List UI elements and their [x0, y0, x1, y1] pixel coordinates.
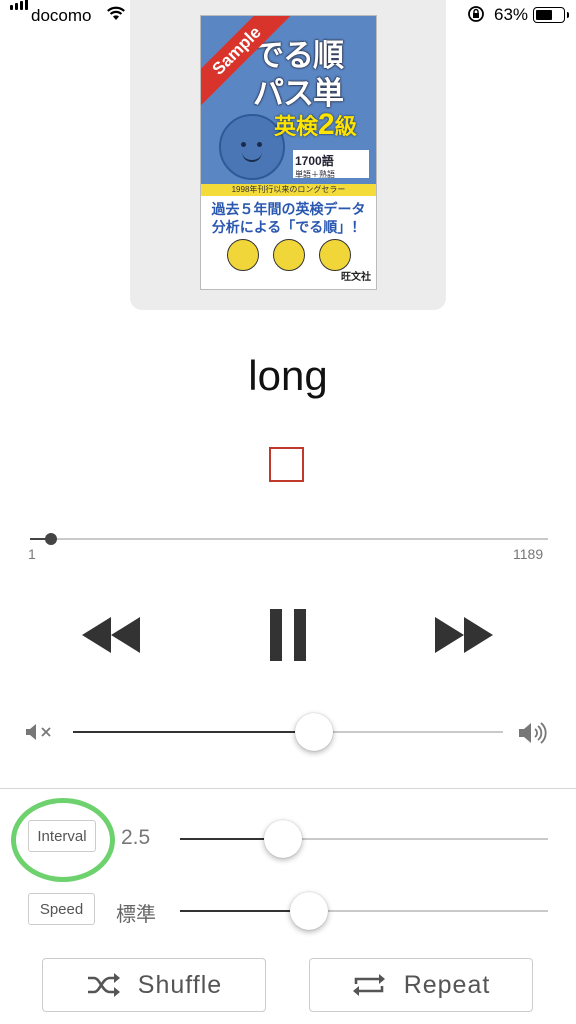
word-count-box: 1700語 単語＋熟語 — [293, 150, 369, 179]
battery-icon — [533, 7, 569, 23]
interval-thumb[interactable] — [264, 820, 303, 858]
section-divider — [0, 788, 576, 789]
speaker-badge-icon — [319, 239, 351, 271]
progress-max-label: 1189 — [513, 546, 544, 562]
shuffle-label: Shuffle — [137, 970, 223, 999]
book-icon — [227, 239, 259, 271]
interval-button[interactable]: Interval — [28, 820, 96, 852]
word-checkbox[interactable] — [269, 447, 304, 482]
progress-thumb[interactable] — [44, 533, 57, 545]
speed-value: 標準 — [116, 904, 156, 926]
cover-band: 1998年刊行以来のロングセラー — [201, 184, 376, 196]
speed-button[interactable]: Speed — [28, 893, 95, 925]
cover-grade: 英検2級 — [274, 108, 357, 141]
rewind-icon[interactable] — [82, 617, 140, 653]
interval-value: 2.5 — [121, 826, 151, 849]
cover-description: 過去５年間の英検データ 分析による「でる順」！ — [211, 201, 366, 235]
cover-title-line2: パス単 — [253, 76, 344, 111]
speed-thumb[interactable] — [289, 892, 328, 930]
cover-publisher: 旺文社 — [341, 272, 371, 283]
repeat-icon — [352, 974, 385, 996]
notebook-icon — [273, 239, 305, 271]
progress-track[interactable] — [30, 538, 548, 540]
orientation-lock-icon — [468, 6, 484, 22]
shuffle-icon — [87, 973, 120, 997]
volume-thumb[interactable] — [294, 713, 333, 751]
fast-forward-icon[interactable] — [435, 617, 493, 653]
current-word: long — [248, 352, 328, 399]
volume-loud-icon — [519, 722, 547, 744]
shuffle-button[interactable]: Shuffle — [42, 958, 266, 1012]
progress-min-label: 1 — [28, 546, 36, 562]
battery-percent: 63% — [494, 5, 529, 24]
pause-icon[interactable] — [270, 609, 306, 661]
repeat-button[interactable]: Repeat — [309, 958, 533, 1012]
repeat-label: Repeat — [403, 970, 491, 999]
book-cover-image: でる順 パス単 Sample 英検2級 1700語 単語＋熟語 1998年刊行以… — [200, 15, 377, 290]
volume-fill — [73, 731, 314, 733]
volume-mute-icon — [26, 724, 51, 740]
